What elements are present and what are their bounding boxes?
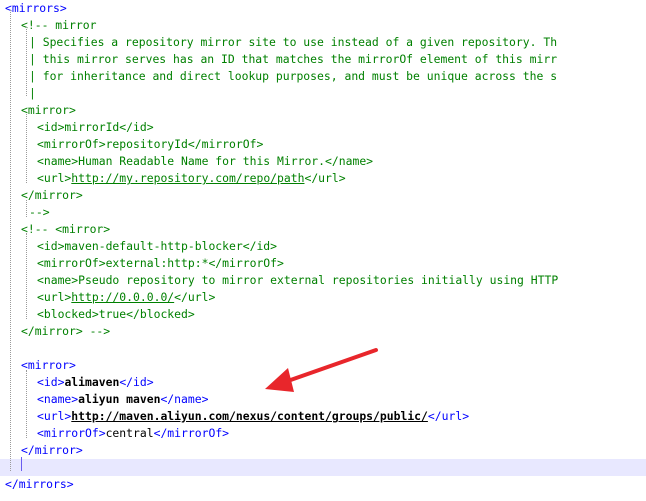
code-editor[interactable]: <mirrors> <!-- mirror | Specifies a reposi… bbox=[0, 0, 646, 501]
arrow-head bbox=[265, 368, 294, 392]
arrow-shaft bbox=[280, 348, 378, 385]
red-arrow-annotation bbox=[265, 348, 378, 392]
